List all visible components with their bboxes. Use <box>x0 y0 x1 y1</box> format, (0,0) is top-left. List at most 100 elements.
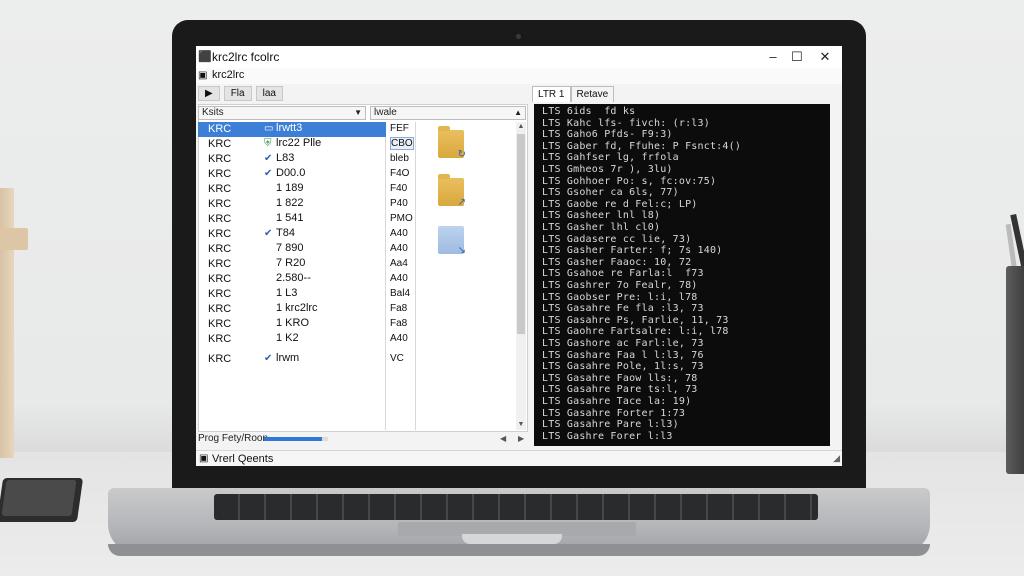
list-item[interactable]: KRC 7 890 <box>198 242 386 257</box>
pen-holder <box>1006 266 1024 474</box>
toolbar: ▶ Fla laa <box>198 86 283 102</box>
lid-notch <box>462 534 562 544</box>
item-type: KRC <box>208 153 232 165</box>
tab-retave[interactable]: Retave <box>570 86 615 102</box>
attr-cell: P40 <box>390 198 408 209</box>
item-name: 7 R20 <box>276 257 306 269</box>
toolbar-button-laa[interactable]: laa <box>255 86 283 101</box>
terminal-line: LTS Gasheer lnl l8) <box>542 210 661 222</box>
item-name: 1 822 <box>276 197 304 209</box>
terminal-line: LTS Gaohre Fartsalre: l:i, l78 <box>542 326 729 338</box>
check-icon: ✔ <box>264 353 273 364</box>
list-item[interactable]: KRC 1 L3 <box>198 287 386 302</box>
document-icon[interactable]: ↘ <box>438 226 466 256</box>
check-icon: ✔ <box>264 153 273 164</box>
app-icon: ⬛ <box>198 51 212 63</box>
scroll-thumb[interactable] <box>517 134 525 334</box>
item-name: lrc22 Plle <box>276 137 322 149</box>
list-item[interactable]: KRC 1 K2 <box>198 332 386 347</box>
terminal-line: LTS Gasahre Pole, 1l:s, 73 <box>542 361 704 373</box>
close-button[interactable]: ✕ <box>814 48 836 66</box>
attr-cell: PMO <box>390 213 413 224</box>
file-list: KRC ▭ lrwtt3 KRC ⛨ lrc22 Plle KRC ✔ L83 … <box>198 122 386 430</box>
arrow-badge-icon: ↗ <box>457 197 466 208</box>
file-attribute-column: FEF CBO bleb F4O F40 P40 PMO A40 A40 Aa4… <box>388 122 416 430</box>
terminal-output[interactable]: LTS 6ids fd ks LTS Kahc lfs- fivch: (r:l3… <box>534 104 830 446</box>
list-item[interactable]: KRC 1 822 <box>198 197 386 212</box>
attr-cell: FEF <box>390 123 409 134</box>
path-bar: Ksits ▼ lwale ▲ <box>198 106 528 120</box>
play-button[interactable]: ▶ <box>198 86 220 101</box>
title-bar: ⬛ krc2lrc fcolrc – ☐ ✕ <box>196 46 842 68</box>
location-dropdown[interactable]: Ksits ▼ <box>198 106 366 120</box>
scroll-right-icon[interactable]: ▶ <box>518 434 524 443</box>
location-value: Ksits <box>202 107 224 118</box>
list-item[interactable]: KRC ✔ L83 <box>198 152 386 167</box>
check-icon: ✔ <box>264 168 273 179</box>
item-name: 1 K2 <box>276 332 299 344</box>
item-type: KRC <box>208 168 232 180</box>
item-type: KRC <box>208 243 232 255</box>
item-type: KRC <box>208 228 232 240</box>
scroll-up-icon[interactable]: ▲ <box>516 122 526 132</box>
item-name: T84 <box>276 227 295 239</box>
attr-cell: A40 <box>390 228 408 239</box>
item-name: 1 KRO <box>276 317 310 329</box>
list-item[interactable]: KRC ✔ T84 <box>198 227 386 242</box>
attr-cell: F4O <box>390 168 410 179</box>
refresh-badge-icon: ↻ <box>457 149 466 160</box>
scroll-left-icon[interactable]: ◀ <box>500 434 506 443</box>
terminal-line: LTS Gasahre Tace la: 19) <box>542 396 692 407</box>
list-item[interactable]: KRC ⛨ lrc22 Plle <box>198 137 386 152</box>
list-item[interactable]: KRC 1 541 <box>198 212 386 227</box>
toolbar-button-fla[interactable]: Fla <box>223 86 252 101</box>
window-title: krc2lrc fcolrc <box>212 50 280 64</box>
list-item[interactable]: KRC ✔ D00.0 <box>198 167 386 182</box>
list-item[interactable]: KRC 1 189 <box>198 182 386 197</box>
terminal-line: LTS Gashare Faa l l:l3, 76 <box>542 349 704 361</box>
filter-dropdown[interactable]: lwale ▲ <box>370 106 526 120</box>
maximize-button[interactable]: ☐ <box>786 48 808 66</box>
item-name: lrwtt3 <box>276 122 303 134</box>
status-text: Vrerl Qeents <box>212 453 274 465</box>
scroll-down-icon[interactable]: ▼ <box>516 420 526 430</box>
folder-icon[interactable]: ↻ <box>438 126 466 160</box>
resize-grip-icon[interactable]: ◢ <box>833 453 840 464</box>
list-item[interactable]: KRC ✔ lrwm <box>198 352 386 367</box>
chevron-up-icon: ▲ <box>514 108 522 117</box>
terminal-line: LTS Gasher Farter: f; 7s 140) <box>542 245 723 257</box>
terminal-line: LTS Gasahre Ps, Farlie, 11, 73 <box>542 314 729 326</box>
file-icon: ▭ <box>264 123 274 134</box>
list-item[interactable]: KRC ▭ lrwtt3 <box>198 122 386 137</box>
item-name: 7 890 <box>276 242 304 254</box>
item-type: KRC <box>208 138 232 150</box>
item-type: KRC <box>208 198 232 210</box>
arrow-badge-icon: ↘ <box>457 245 466 256</box>
attr-cell: Aa4 <box>390 258 408 269</box>
terminal-line: LTS Gasahre Pare l:l3) <box>542 419 679 431</box>
minimize-button[interactable]: – <box>762 48 784 66</box>
attr-cell: Bal4 <box>390 288 411 299</box>
item-type: KRC <box>208 123 232 135</box>
progress-bar <box>264 437 328 441</box>
shelf-board <box>0 228 28 250</box>
tab-ltr1[interactable]: LTR 1 <box>532 86 571 102</box>
list-item[interactable]: KRC 1 KRO <box>198 317 386 332</box>
list-item[interactable]: KRC 1 krc2lrc <box>198 302 386 317</box>
terminal-line: LTS Gaobser Pre: l:i, l78 <box>542 291 698 303</box>
terminal-line: LTS Gohhoer Po: s, fc:ov:75) <box>542 175 717 187</box>
vertical-scrollbar[interactable]: ▲ ▼ <box>516 122 526 430</box>
terminal-line: LTS Gaber fd, Ffuhe: P Fsnct:4() <box>542 140 742 152</box>
check-icon: ✔ <box>264 228 273 239</box>
item-name: 2.580-- <box>276 272 311 284</box>
status-icon: ▣ <box>199 453 209 464</box>
tab-bar: LTR 1 Retave <box>532 86 615 102</box>
app-window: ⬛ krc2lrc fcolrc – ☐ ✕ ▣ krc2lrc ▶ Fla l… <box>196 46 842 466</box>
folder-icon[interactable]: ↗ <box>438 174 466 208</box>
menu-app-icon: ▣ <box>198 70 208 81</box>
attr-cell: Fa8 <box>390 303 408 314</box>
list-item[interactable]: KRC 7 R20 <box>198 257 386 272</box>
terminal-line: LTS 6ids fd ks <box>542 106 636 117</box>
list-item[interactable]: KRC 2.580-- <box>198 272 386 287</box>
menu-item[interactable]: krc2lrc <box>212 69 244 81</box>
